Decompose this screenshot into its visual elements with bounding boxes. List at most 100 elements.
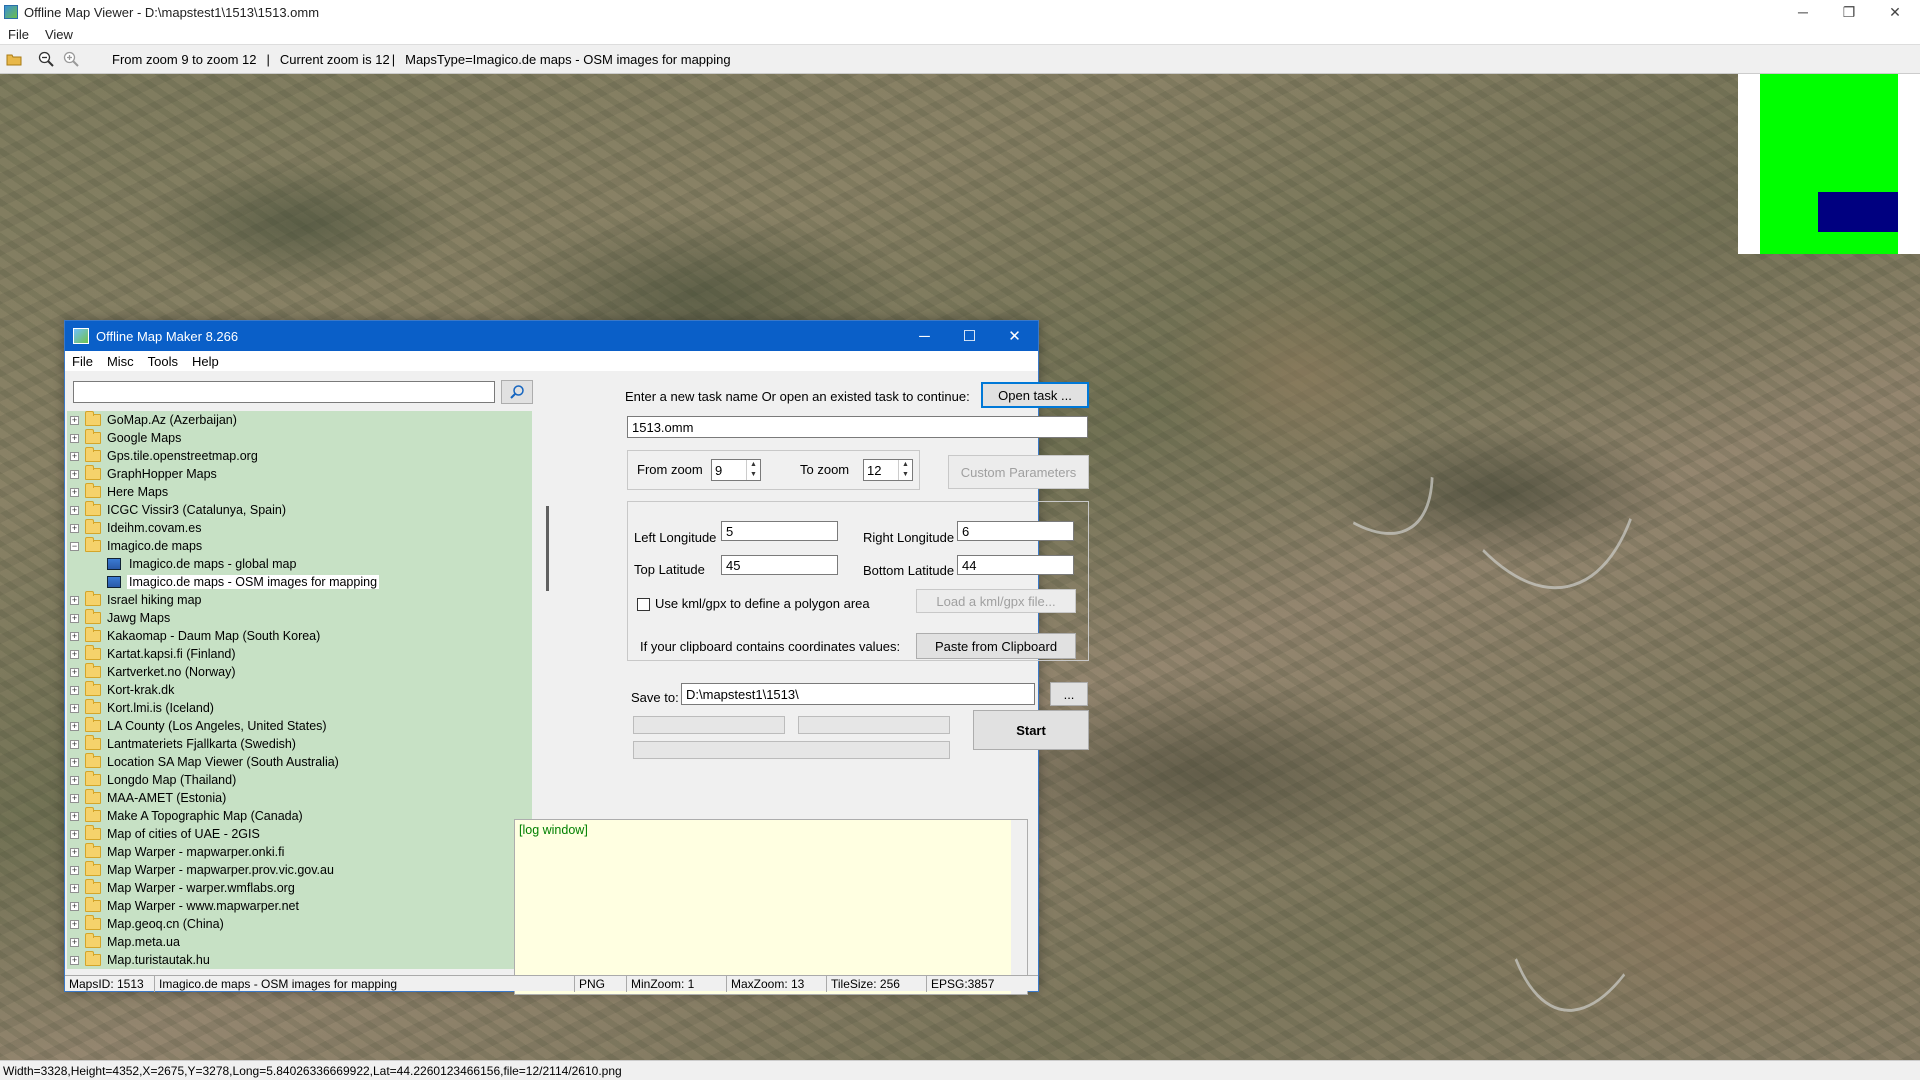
expand-icon[interactable]: + (70, 721, 79, 731)
dialog-titlebar[interactable]: Offline Map Maker 8.266 ─ ☐ ✕ (65, 321, 1038, 351)
tree-folder[interactable]: + Map Warper - www.mapwarper.net (67, 897, 532, 915)
log-window[interactable]: [log window] (514, 819, 1028, 995)
zoom-out-icon[interactable] (35, 48, 57, 70)
expand-icon[interactable]: + (70, 685, 79, 695)
menu-file[interactable]: File (0, 27, 37, 42)
expand-icon[interactable]: + (70, 937, 79, 947)
dialog-minimize-button[interactable]: ─ (902, 321, 947, 351)
expand-icon[interactable]: + (70, 613, 79, 623)
expand-icon[interactable]: + (70, 415, 79, 425)
tree-folder[interactable]: + GraphHopper Maps (67, 465, 532, 483)
tree-folder[interactable]: + ICGC Vissir3 (Catalunya, Spain) (67, 501, 532, 519)
expand-icon[interactable]: + (70, 757, 79, 767)
maximize-button[interactable]: ❐ (1826, 0, 1872, 24)
tree-folder[interactable]: + Location SA Map Viewer (South Australia… (67, 753, 532, 771)
menu-view[interactable]: View (37, 27, 81, 42)
expand-icon[interactable]: + (70, 901, 79, 911)
tree-folder[interactable]: + Google Maps (67, 429, 532, 447)
tree-folder[interactable]: + Lantmateriets Fjallkarta (Swedish) (67, 735, 532, 753)
tree-folder[interactable]: + Map Warper - mapwarper.onki.fi (67, 843, 532, 861)
expand-icon[interactable]: + (70, 865, 79, 875)
expand-icon[interactable]: + (70, 955, 79, 965)
tree-map-item[interactable]: Imagico.de maps - global map (67, 555, 532, 573)
map-source-tree[interactable]: + GoMap.Az (Azerbaijan) + Google Maps + Gps.t… (67, 411, 532, 969)
task-name-input[interactable] (627, 416, 1088, 438)
tree-folder[interactable]: + Kort.lmi.is (Iceland) (67, 699, 532, 717)
tree-folder[interactable]: + Longdo Map (Thailand) (67, 771, 532, 789)
load-kml-button[interactable]: Load a kml/gpx file... (916, 589, 1076, 613)
tree-folder[interactable]: + Kartat.kapsi.fi (Finland) (67, 645, 532, 663)
paste-clipboard-button[interactable]: Paste from Clipboard (916, 633, 1076, 659)
top-latitude-input[interactable] (721, 555, 838, 575)
expand-icon[interactable]: + (70, 703, 79, 713)
spin-down-icon[interactable]: ▼ (747, 470, 760, 480)
expand-icon[interactable]: + (70, 631, 79, 641)
minimize-button[interactable]: ─ (1780, 0, 1826, 24)
open-task-button[interactable]: Open task ... (981, 382, 1089, 408)
from-zoom-input[interactable] (712, 460, 738, 480)
tree-folder[interactable]: + Map.geoq.cn (China) (67, 915, 532, 933)
tree-folder[interactable]: + Kort-krak.dk (67, 681, 532, 699)
tree-folder[interactable]: + MAA-AMET (Estonia) (67, 789, 532, 807)
to-zoom-spinner[interactable]: ▲▼ (863, 459, 913, 481)
tree-folder[interactable]: + Ideihm.covam.es (67, 519, 532, 537)
expand-icon[interactable]: + (70, 829, 79, 839)
dialog-menu-help[interactable]: Help (185, 354, 226, 369)
left-longitude-input[interactable] (721, 521, 838, 541)
tree-folder[interactable]: + Map.meta.ua (67, 933, 532, 951)
tree-folder[interactable]: + Kartverket.no (Norway) (67, 663, 532, 681)
expand-icon[interactable]: + (70, 505, 79, 515)
spin-up-icon[interactable]: ▲ (747, 460, 760, 470)
tree-folder[interactable]: + Map Warper - warper.wmflabs.org (67, 879, 532, 897)
tree-folder[interactable]: + Kakaomap - Daum Map (South Korea) (67, 627, 532, 645)
expand-icon[interactable]: + (70, 775, 79, 785)
expand-icon[interactable]: + (70, 919, 79, 929)
expand-icon[interactable]: + (70, 883, 79, 893)
search-button[interactable] (501, 380, 533, 404)
tree-folder[interactable]: + Map Warper - mapwarper.prov.vic.gov.au (67, 861, 532, 879)
expand-icon[interactable]: + (70, 847, 79, 857)
tree-folder[interactable]: + LA County (Los Angeles, United States) (67, 717, 532, 735)
right-longitude-input[interactable] (957, 521, 1074, 541)
tree-folder[interactable]: + Here Maps (67, 483, 532, 501)
browse-button[interactable]: ... (1050, 682, 1088, 706)
from-zoom-spinner[interactable]: ▲▼ (711, 459, 761, 481)
open-folder-icon[interactable] (3, 48, 25, 70)
expand-icon[interactable]: + (70, 523, 79, 533)
expand-icon[interactable]: + (70, 433, 79, 443)
to-zoom-input[interactable] (864, 460, 890, 480)
dialog-menu-file[interactable]: File (65, 354, 100, 369)
minimap-viewport[interactable] (1818, 192, 1898, 232)
spin-up-icon[interactable]: ▲ (899, 460, 912, 470)
tree-folder[interactable]: + GoMap.Az (Azerbaijan) (67, 411, 532, 429)
dialog-menu-misc[interactable]: Misc (100, 354, 141, 369)
expand-icon[interactable]: + (70, 451, 79, 461)
bottom-latitude-input[interactable] (957, 555, 1074, 575)
minimap[interactable] (1738, 74, 1920, 254)
spin-down-icon[interactable]: ▼ (899, 470, 912, 480)
tree-scrollbar-thumb[interactable] (546, 506, 549, 591)
log-scrollbar[interactable] (1011, 820, 1027, 994)
dialog-close-button[interactable]: ✕ (992, 321, 1037, 351)
collapse-icon[interactable]: − (70, 541, 79, 551)
expand-icon[interactable]: + (70, 487, 79, 497)
map-search-input[interactable] (73, 381, 495, 403)
tree-folder[interactable]: − Imagico.de maps (67, 537, 532, 555)
tree-folder[interactable]: + Map.turistautak.hu (67, 951, 532, 969)
close-button[interactable]: ✕ (1872, 0, 1918, 24)
zoom-in-icon[interactable] (60, 48, 82, 70)
expand-icon[interactable]: + (70, 649, 79, 659)
tree-folder[interactable]: + Make A Topographic Map (Canada) (67, 807, 532, 825)
dialog-maximize-button[interactable]: ☐ (947, 321, 992, 351)
save-to-input[interactable] (681, 683, 1035, 705)
kml-polygon-checkbox[interactable] (637, 598, 650, 611)
expand-icon[interactable]: + (70, 739, 79, 749)
tree-folder[interactable]: + Gps.tile.openstreetmap.org (67, 447, 532, 465)
tree-folder[interactable]: + Map of cities of UAE - 2GIS (67, 825, 532, 843)
tree-map-item[interactable]: Imagico.de maps - OSM images for mapping (67, 573, 532, 591)
expand-icon[interactable]: + (70, 811, 79, 821)
expand-icon[interactable]: + (70, 667, 79, 677)
expand-icon[interactable]: + (70, 793, 79, 803)
custom-parameters-button[interactable]: Custom Parameters (948, 455, 1089, 489)
expand-icon[interactable]: + (70, 469, 79, 479)
